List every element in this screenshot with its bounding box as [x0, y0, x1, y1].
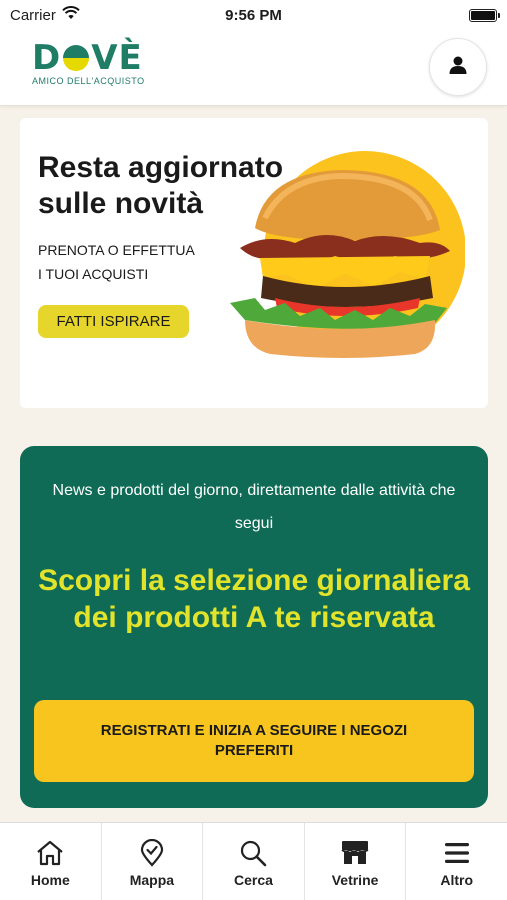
tab-home-label: Home: [30, 872, 70, 888]
subscription-headline: Scopri la selezione giornaliera dei prod…: [38, 564, 470, 634]
promo-subtitle-line1: PRENOTA O EFFETTUA: [38, 242, 195, 258]
search-icon: [238, 839, 268, 867]
promo-title: Resta aggiornato sulle novità: [38, 151, 284, 220]
carrier-label: Carrier: [10, 6, 56, 24]
tab-vetrine-label: Vetrine: [331, 872, 379, 888]
logo-tagline: AMICO DELL'ACQUISTO: [32, 76, 145, 86]
app-header: D VÈ AMICO DELL'ACQUISTO: [0, 30, 507, 106]
storefront-icon: [339, 839, 371, 867]
subscription-intro: News e prodotti del giorno, direttamente…: [52, 482, 456, 532]
tab-cerca[interactable]: Cerca: [203, 823, 305, 900]
logo-wordmark: D VÈ: [32, 38, 143, 78]
fatti-ispirare-button[interactable]: FATTI ISPIRARE: [38, 305, 189, 338]
home-icon: [35, 839, 65, 867]
tab-altro-label: Altro: [440, 872, 473, 888]
bottom-tab-bar: Home Mappa Cerca Vetrine Altro: [0, 822, 507, 900]
tab-altro[interactable]: Altro: [406, 823, 507, 900]
promo-subtitle-line2: I TUOI ACQUISTI: [38, 266, 149, 282]
status-left: Carrier: [10, 6, 80, 24]
subscription-card: News e prodotti del giorno, direttamente…: [20, 446, 488, 808]
wifi-icon: [62, 6, 80, 24]
tab-home[interactable]: Home: [0, 823, 102, 900]
tab-mappa[interactable]: Mappa: [102, 823, 204, 900]
register-button[interactable]: REGISTRATI E INIZIA A SEGUIRE I NEGOZI P…: [34, 700, 474, 782]
logo[interactable]: D VÈ AMICO DELL'ACQUISTO: [32, 38, 145, 86]
logo-o-shape: [63, 45, 90, 71]
menu-icon: [442, 839, 472, 867]
tab-mappa-label: Mappa: [129, 872, 175, 888]
tab-cerca-label: Cerca: [234, 872, 273, 888]
battery-icon: [469, 8, 500, 22]
promo-subtitle: PRENOTA O EFFETTUA I TUOI ACQUISTI: [38, 238, 195, 286]
map-pin-icon: [137, 839, 167, 867]
promo-card: Resta aggiornato sulle novità PRENOTA O …: [20, 118, 488, 408]
profile-button[interactable]: [429, 38, 487, 96]
user-icon: [448, 55, 468, 80]
status-bar: Carrier 9:56 PM: [0, 0, 507, 30]
tab-vetrine[interactable]: Vetrine: [305, 823, 407, 900]
